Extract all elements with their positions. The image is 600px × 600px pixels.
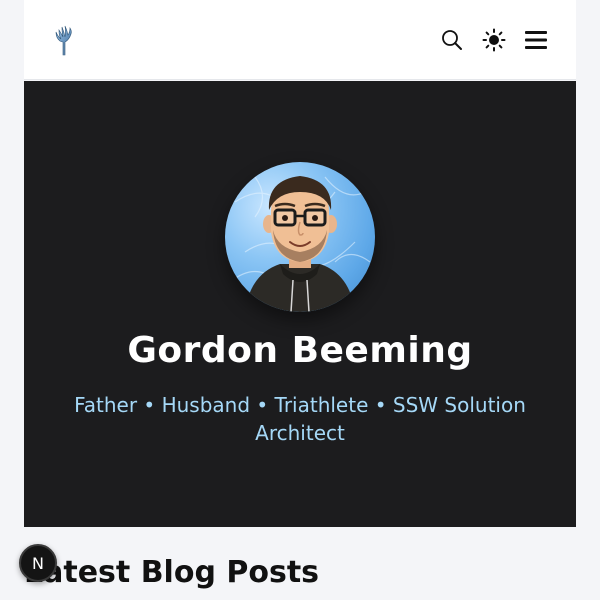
site-logo[interactable] [50,24,78,56]
hamburger-menu-icon [525,31,547,49]
dev-indicator-button[interactable]: N [19,544,57,582]
latest-posts-heading: Latest Blog Posts [24,555,320,590]
search-icon [442,30,462,50]
hero-tagline: Father • Husband • Triathlete • SSW Solu… [74,393,526,445]
header-actions [440,24,548,56]
sun-icon [482,28,506,52]
avatar [225,162,375,312]
page: Gordon Beeming Father • Husband • Triath… [0,0,600,600]
page-container: Gordon Beeming Father • Husband • Triath… [24,0,576,527]
avatar-illustration [229,176,371,312]
site-header [24,0,576,80]
hero-section: Gordon Beeming Father • Husband • Triath… [24,81,576,527]
hero-name: Gordon Beeming [127,330,473,371]
search-button[interactable] [440,28,464,52]
theme-toggle-button[interactable] [482,28,506,52]
menu-button[interactable] [524,28,548,52]
tree-logo-icon [55,25,72,56]
